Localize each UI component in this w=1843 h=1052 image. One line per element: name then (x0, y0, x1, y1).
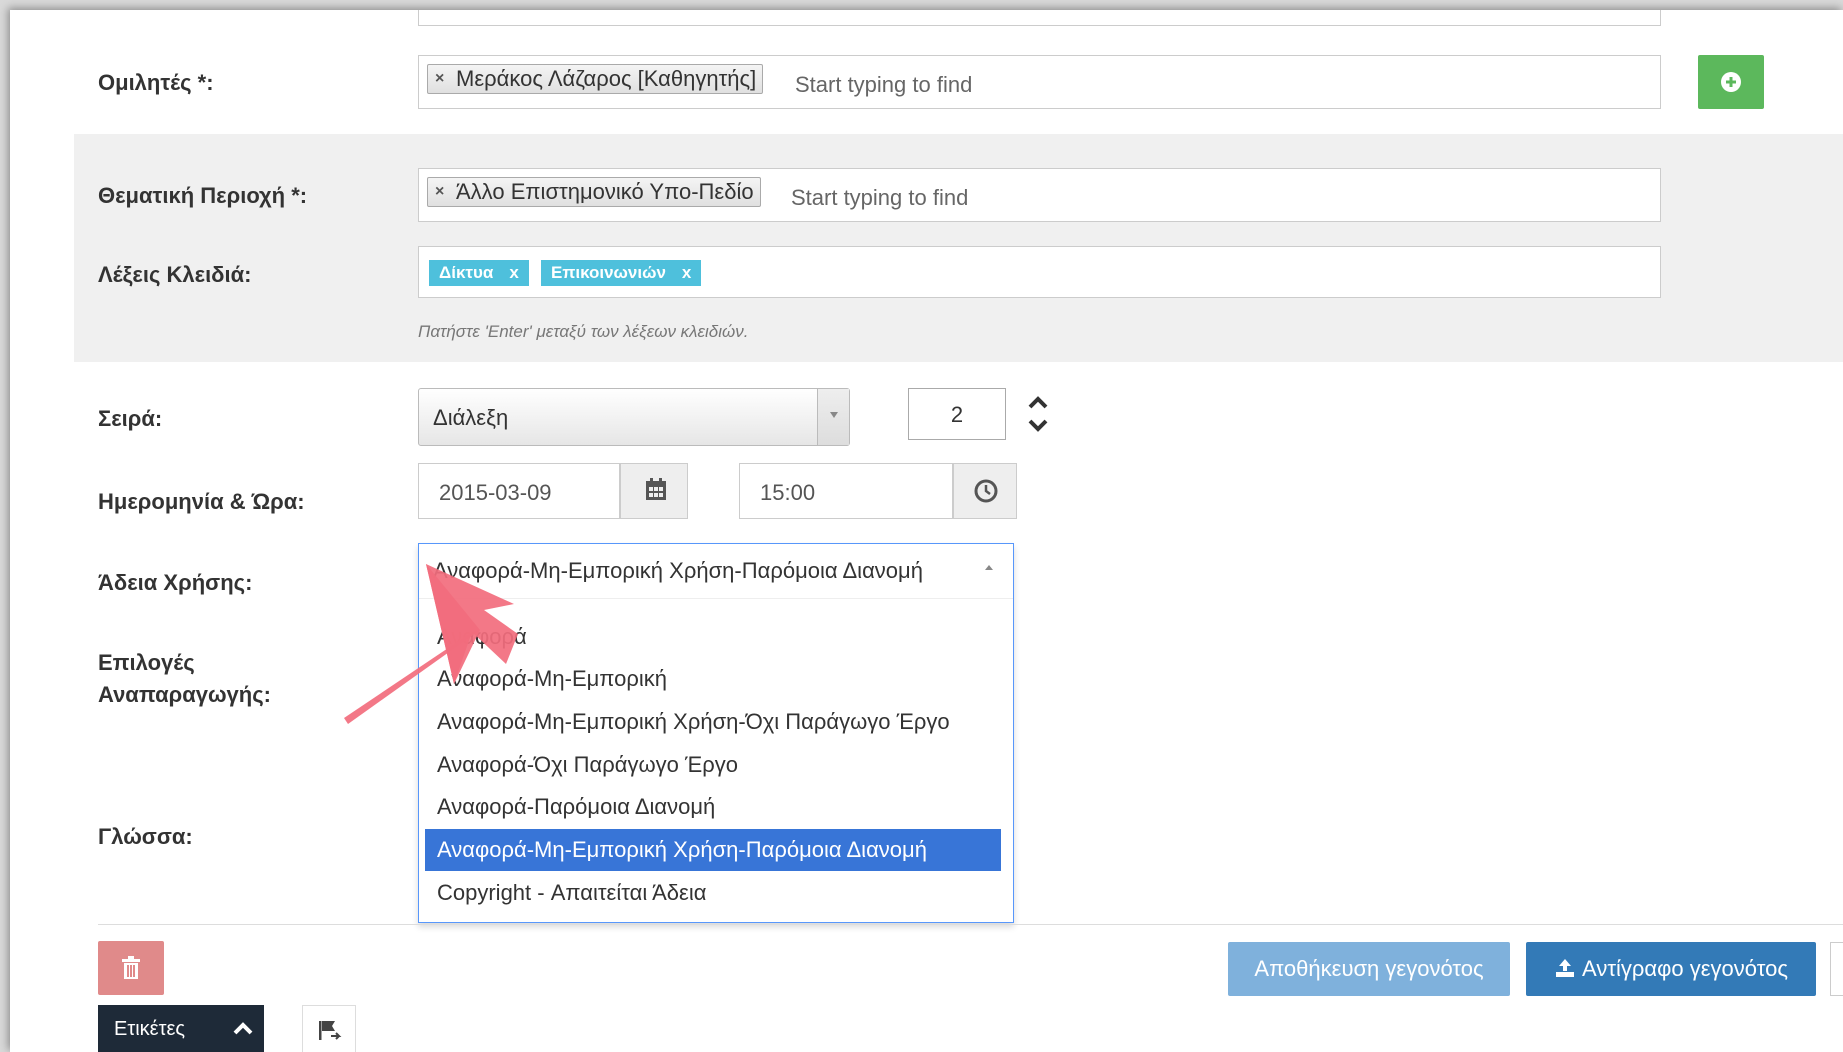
license-option[interactable]: Copyright - Απαιτείται Άδεια (425, 872, 1001, 914)
time-value: 15:00 (760, 480, 816, 505)
subject-tag[interactable]: × Άλλο Επιστημονικό Υπο-Πεδίο (427, 177, 761, 207)
flag-button[interactable] (302, 1005, 356, 1052)
speaker-tag-text: Μεράκος Λάζαρος [Καθηγητής] (456, 66, 757, 91)
time-input[interactable]: 15:00 (739, 463, 953, 519)
clock-icon (974, 479, 998, 503)
series-label: Σειρά: (98, 406, 163, 431)
chevron-down-icon (830, 412, 838, 418)
keywords-label: Λέξεις Κλειδιά: (98, 262, 252, 287)
copy-upload-icon (1556, 959, 1575, 977)
license-option-selected[interactable]: Αναφορά-Μη-Εμπορική Χρήση-Παρόμοια Διανο… (425, 829, 1001, 871)
save-event-label: Αποθήκευση γεγονότος (1254, 956, 1484, 981)
keyword-text: Επικοινωνιών (551, 263, 666, 282)
keywords-input[interactable]: Δίκτυα x Επικοινωνιών x (418, 246, 1661, 298)
series-number-value: 2 (950, 402, 964, 427)
speakers-input[interactable]: × Μεράκος Λάζαρος [Καθηγητής] Start typi… (418, 55, 1661, 109)
add-speaker-button[interactable] (1698, 55, 1764, 109)
series-select-value: Διάλεξη (433, 405, 509, 430)
date-input[interactable]: 2015-03-09 (418, 463, 620, 519)
save-event-button[interactable]: Αποθήκευση γεγονότος (1228, 942, 1510, 996)
series-select-arrow (817, 389, 849, 445)
calendar-icon (646, 478, 666, 500)
subject-area-label: Θεματική Περιοχή *: (98, 183, 308, 208)
calendar-button[interactable] (620, 463, 688, 519)
speakers-placeholder: Start typing to find (795, 72, 973, 97)
event-edit-form: Ομιλητές *: × Μεράκος Λάζαρος [Καθηγητής… (10, 10, 1843, 1052)
tags-toggle-button[interactable]: Ετικέτες (98, 1005, 264, 1052)
license-option[interactable]: Αναφορά-Παρόμοια Διανομή (425, 786, 1001, 828)
language-label: Γλώσσα: (98, 824, 193, 849)
speaker-tag[interactable]: × Μεράκος Λάζαρος [Καθηγητής] (427, 64, 764, 94)
keyword-text: Δίκτυα (439, 263, 494, 282)
keywords-hint: Πατήστε 'Enter' μεταξύ των λέξεων κλειδι… (418, 322, 749, 341)
actions-divider (98, 924, 1843, 925)
remove-subject-icon[interactable]: × (435, 178, 444, 206)
series-number-stepper[interactable] (1024, 390, 1052, 438)
remove-keyword-icon[interactable]: x (509, 263, 518, 282)
remove-keyword-icon[interactable]: x (682, 263, 691, 282)
more-actions-button-edge[interactable] (1830, 942, 1843, 996)
keyword-tag[interactable]: Επικοινωνιών x (541, 260, 702, 286)
reproduction-label-line1: Επιλογές (98, 650, 195, 675)
clock-button[interactable] (953, 463, 1017, 519)
remove-speaker-icon[interactable]: × (435, 65, 444, 93)
datetime-label: Ημερομηνία & Ώρα: (98, 489, 305, 514)
copy-event-label: Αντίγραφο γεγονότος (1582, 956, 1788, 981)
license-option[interactable]: Αναφορά-Όχι Παράγωγο Έργο (425, 744, 1001, 786)
subject-placeholder: Start typing to find (791, 185, 969, 210)
chevron-up-icon (233, 1022, 253, 1035)
subject-area-input[interactable]: × Άλλο Επιστημονικό Υπο-Πεδίο Start typi… (418, 168, 1661, 222)
up-down-chevrons-icon (1028, 396, 1048, 432)
reproduction-label-line2: Αναπαραγωγής: (98, 682, 271, 707)
chevron-up-icon (985, 565, 993, 570)
plus-circle-icon (1721, 72, 1741, 92)
date-value: 2015-03-09 (439, 480, 552, 505)
series-number-input[interactable]: 2 (908, 388, 1006, 440)
keyword-tag[interactable]: Δίκτυα x (429, 260, 529, 286)
pointer-arrow-icon (344, 564, 518, 724)
speakers-label: Ομιλητές *: (98, 70, 214, 95)
tags-label: Ετικέτες (114, 1018, 186, 1040)
copy-event-button[interactable]: Αντίγραφο γεγονότος (1526, 942, 1816, 996)
trash-icon (122, 956, 140, 979)
series-select[interactable]: Διάλεξη (418, 388, 850, 446)
subject-tag-text: Άλλο Επιστημονικό Υπο-Πεδίο (456, 179, 754, 204)
delete-button[interactable] (98, 941, 164, 995)
license-label: Άδεια Χρήσης: (98, 570, 253, 595)
previous-field (418, 10, 1661, 26)
flag-icon (319, 1021, 342, 1040)
